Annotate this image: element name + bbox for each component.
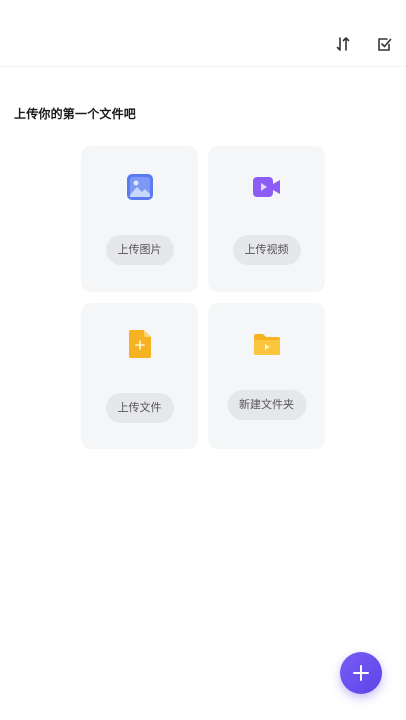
image-icon bbox=[125, 172, 155, 202]
top-bar bbox=[0, 0, 406, 67]
folder-icon bbox=[252, 329, 282, 359]
video-icon bbox=[252, 172, 282, 202]
upload-video-card[interactable]: 上传视频 bbox=[208, 146, 325, 292]
sort-button[interactable] bbox=[332, 33, 354, 55]
add-button[interactable] bbox=[340, 652, 382, 694]
upload-image-button[interactable]: 上传图片 bbox=[105, 235, 174, 265]
new-folder-card[interactable]: 新建文件夹 bbox=[208, 303, 325, 449]
upload-file-button[interactable]: 上传文件 bbox=[105, 393, 174, 423]
multi-select-button[interactable] bbox=[373, 33, 395, 55]
file-icon bbox=[125, 329, 155, 359]
page-heading: 上传你的第一个文件吧 bbox=[14, 107, 137, 121]
upload-file-card[interactable]: 上传文件 bbox=[81, 303, 198, 449]
upload-video-button[interactable]: 上传视频 bbox=[232, 235, 301, 265]
plus-icon bbox=[353, 665, 369, 681]
new-folder-button[interactable]: 新建文件夹 bbox=[227, 390, 306, 420]
sort-icon bbox=[336, 37, 350, 51]
multi-select-icon bbox=[377, 37, 391, 51]
upload-image-card[interactable]: 上传图片 bbox=[81, 146, 198, 292]
